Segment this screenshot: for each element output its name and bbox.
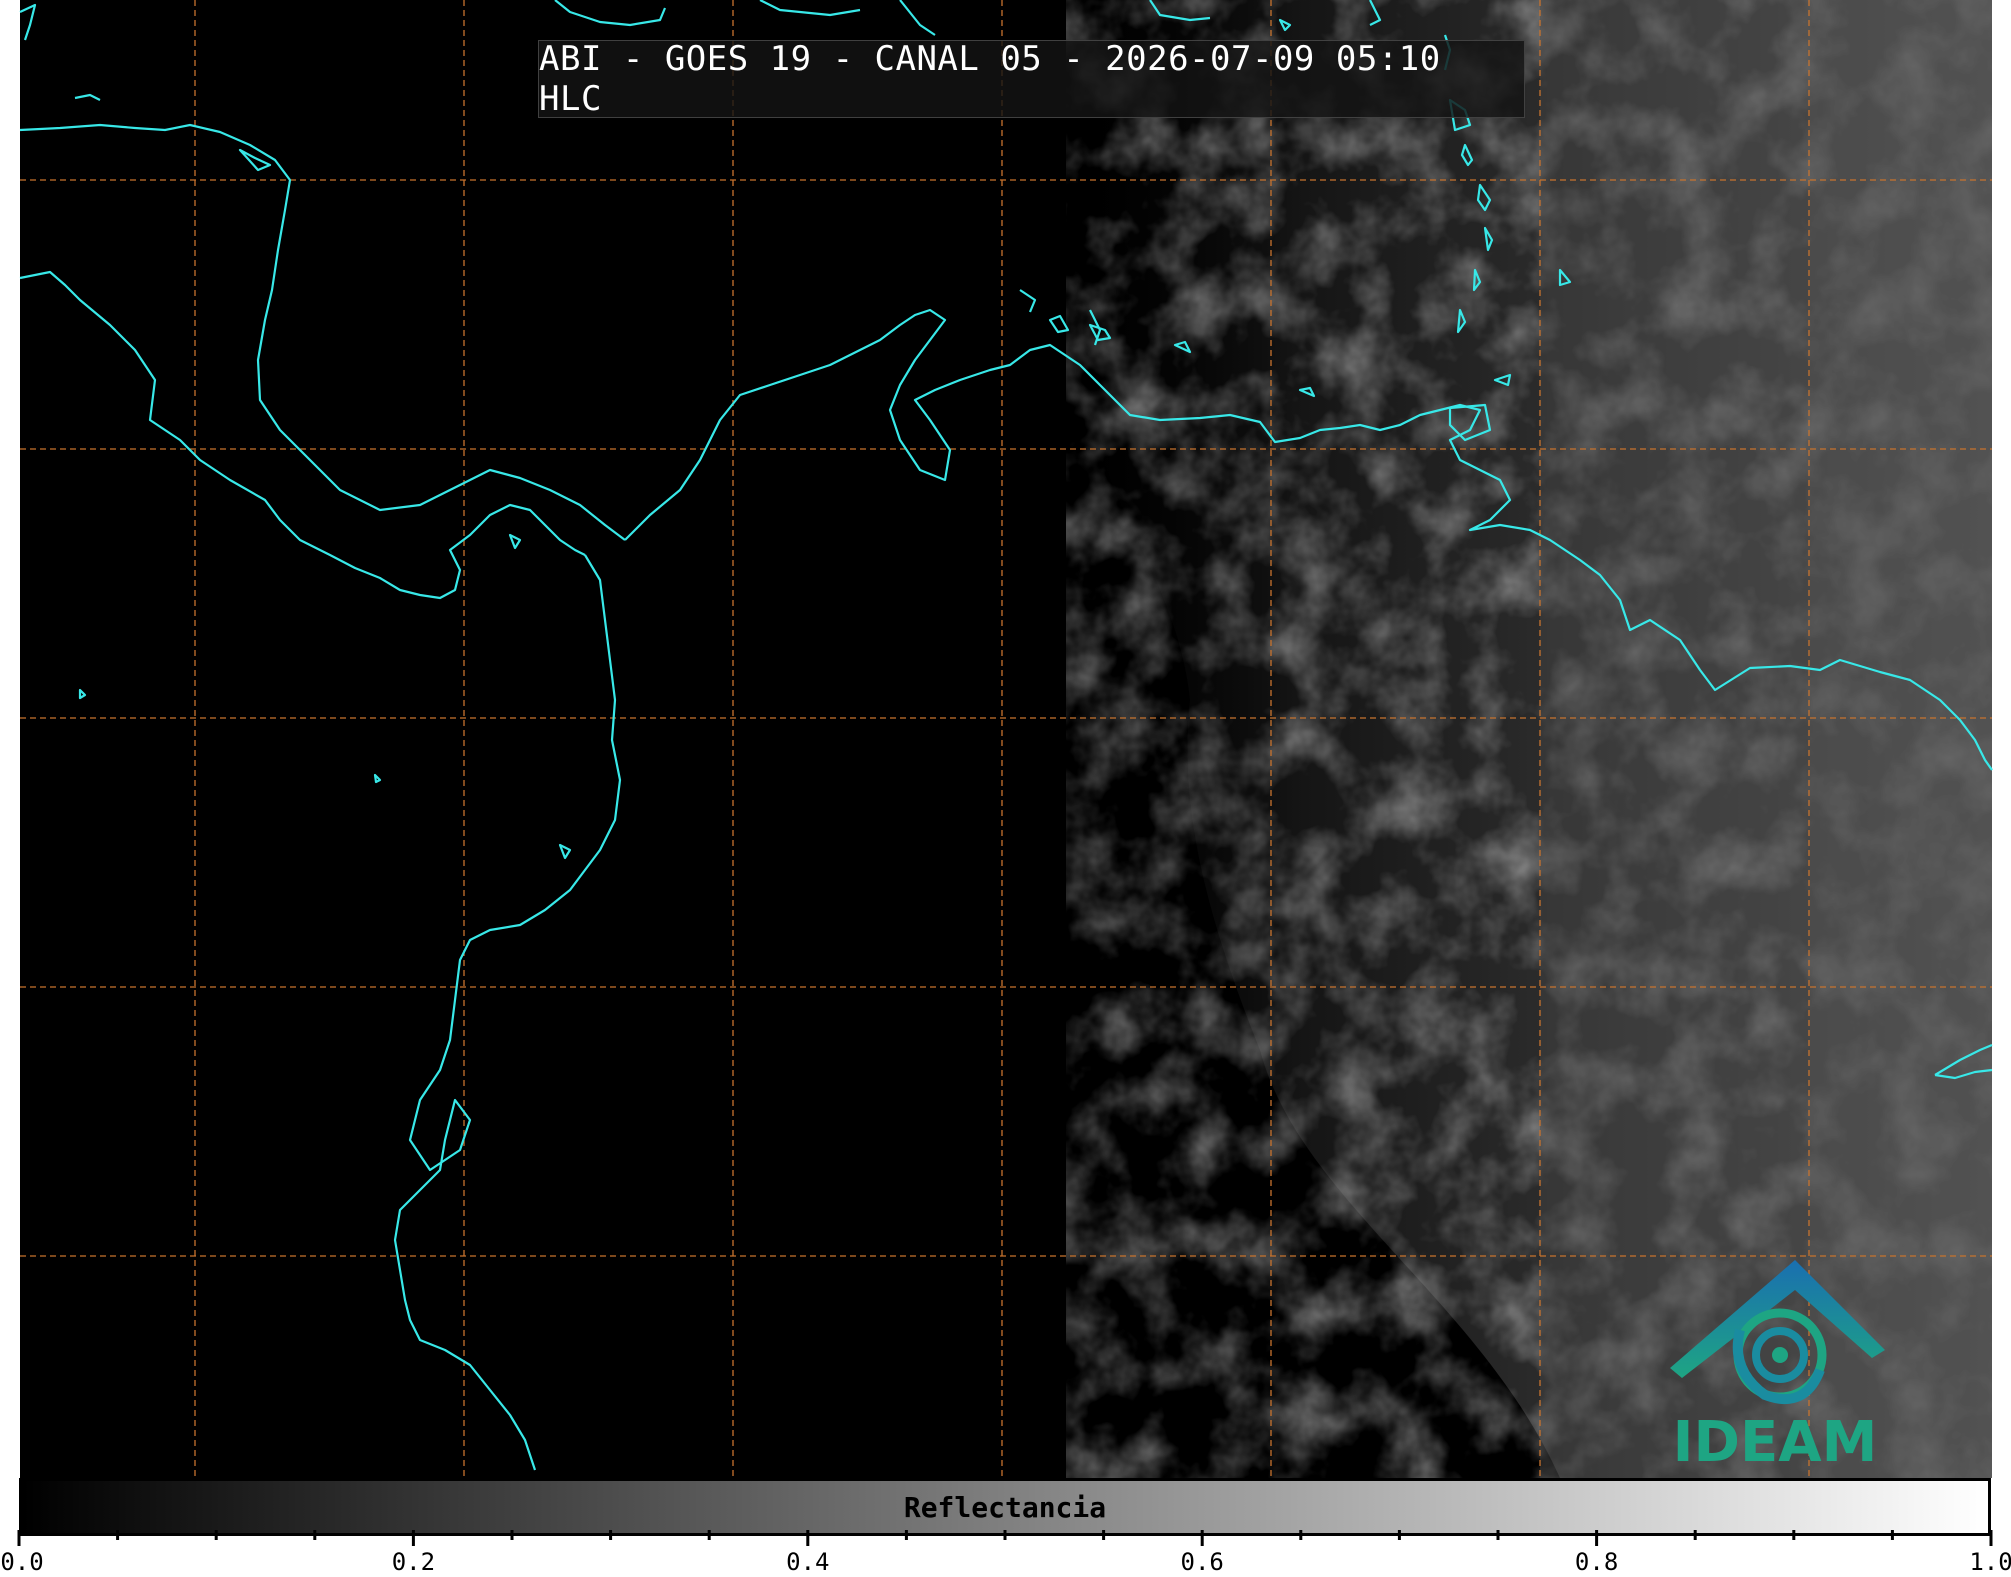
ideam-logo-text: IDEAM — [1672, 1410, 1878, 1475]
colorbar: Reflectancia — [19, 1478, 1991, 1536]
colorbar-tick-label: 0.0 — [0, 1548, 44, 1576]
colorbar-tick-label: 0.8 — [1574, 1548, 1619, 1576]
colorbar-label: Reflectancia — [903, 1490, 1107, 1524]
colorbar-tick-label: 1.0 — [1969, 1548, 2011, 1576]
colorbar-ticks — [17, 1530, 1993, 1546]
map-title: ABI - GOES 19 - CANAL 05 - 2026-07-09 05… — [538, 39, 1525, 119]
colorbar-tick-label: 0.2 — [391, 1548, 436, 1576]
satellite-map[interactable]: ABI - GOES 19 - CANAL 05 - 2026-07-09 05… — [0, 0, 2011, 1577]
colorbar-tick-label: 0.4 — [786, 1548, 830, 1576]
colorbar-tick-label: 0.6 — [1180, 1548, 1224, 1576]
